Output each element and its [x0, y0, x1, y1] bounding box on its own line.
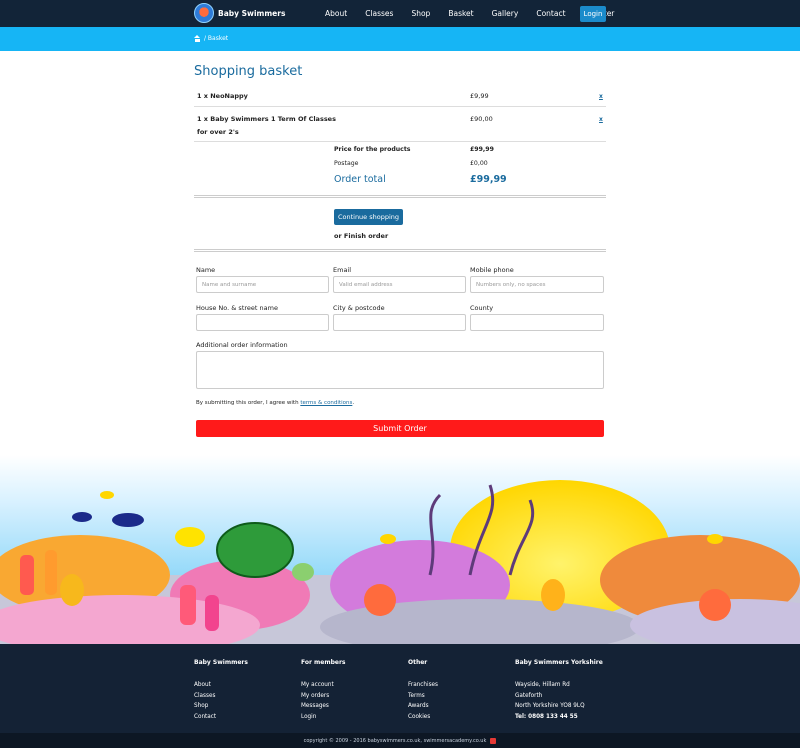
- email-field[interactable]: Valid email address: [333, 276, 466, 293]
- divider: [194, 195, 606, 198]
- page-title: Shopping basket: [194, 64, 303, 79]
- nav-classes[interactable]: Classes: [356, 9, 402, 18]
- badge-icon: [490, 737, 497, 744]
- footer: Baby Swimmers About Classes Shop Contact…: [0, 644, 800, 733]
- nav-gallery[interactable]: Gallery: [483, 9, 528, 18]
- order-summary: Price for the products £99,99 Postage £0…: [334, 146, 606, 190]
- footer-column-title: Other: [408, 659, 428, 666]
- continue-shopping-button[interactable]: Continue shopping: [334, 209, 403, 225]
- footer-column-title: For members: [301, 659, 346, 666]
- breadcrumb: / Basket: [194, 35, 228, 42]
- nav-contact[interactable]: Contact: [527, 9, 574, 18]
- basket-item-2: 1 x Baby Swimmers 1 Term Of Classes for …: [194, 107, 606, 142]
- footer-link[interactable]: Login: [301, 712, 411, 723]
- item-price: £9,99: [470, 92, 489, 100]
- footer-link[interactable]: Classes: [194, 691, 304, 702]
- postage-value: £0,00: [470, 160, 488, 167]
- copyright-text: copyright © 2009 - 2016 babyswimmers.co.…: [303, 737, 487, 744]
- header-bar: Baby Swimmers About Classes Shop Basket …: [0, 0, 800, 27]
- footer-link[interactable]: Contact: [194, 712, 304, 723]
- footer-column-title: Baby Swimmers Yorkshire: [515, 659, 603, 666]
- postage-row: Postage £0,00: [334, 160, 606, 174]
- city-field[interactable]: [333, 314, 466, 331]
- item-name: 1 x Baby Swimmers 1 Term Of Classes for …: [197, 115, 336, 136]
- brand-logo[interactable]: Baby Swimmers: [194, 3, 285, 23]
- footer-column-title: Baby Swimmers: [194, 659, 248, 666]
- remove-item-button[interactable]: x: [599, 116, 603, 123]
- footer-link[interactable]: Cookies: [408, 712, 518, 723]
- footer-link[interactable]: About: [194, 680, 304, 691]
- footer-link[interactable]: My account: [301, 680, 411, 691]
- terms-notice: By submitting this order, I agree with t…: [196, 400, 354, 406]
- footer-link[interactable]: Awards: [408, 701, 518, 712]
- crab-logo-icon: [194, 3, 214, 23]
- login-button[interactable]: Login: [580, 6, 606, 22]
- nav-shop[interactable]: Shop: [402, 9, 439, 18]
- additional-info-textarea[interactable]: [196, 351, 604, 389]
- products-label: Price for the products: [334, 146, 411, 153]
- footer-link[interactable]: My orders: [301, 691, 411, 702]
- products-value: £99,99: [470, 146, 494, 153]
- footer-column-other: Other Franchises Terms Awards Cookies: [408, 659, 518, 722]
- mobile-field[interactable]: Numbers only, no spaces: [470, 276, 604, 293]
- total-value: £99,99: [470, 174, 507, 185]
- county-label: County: [470, 304, 494, 312]
- finish-order-label: or Finish order: [334, 232, 389, 240]
- street-label: House No. & street name: [196, 304, 278, 312]
- terms-link[interactable]: terms & conditions: [300, 400, 352, 406]
- additional-info-label: Additional order information: [196, 341, 288, 349]
- item-name: 1 x NeoNappy: [197, 92, 248, 100]
- copyright-bar: copyright © 2009 - 2016 babyswimmers.co.…: [0, 733, 800, 748]
- footer-link[interactable]: Messages: [301, 701, 411, 712]
- basket-item-1: 1 x NeoNappy £9,99 x: [194, 88, 606, 107]
- products-row: Price for the products £99,99: [334, 146, 606, 160]
- footer-link[interactable]: Terms: [408, 691, 518, 702]
- breadcrumb-bar: / Basket: [0, 27, 800, 51]
- name-field[interactable]: Name and surname: [196, 276, 329, 293]
- footer-column-baby-swimmers: Baby Swimmers About Classes Shop Contact: [194, 659, 304, 722]
- phone-line: Tel: 0808 133 44 55: [515, 713, 578, 720]
- footer-column-yorkshire: Baby Swimmers Yorkshire Wayside, Hillam …: [515, 659, 655, 722]
- nav-about[interactable]: About: [316, 9, 356, 18]
- item-price: £90,00: [470, 115, 493, 123]
- street-field[interactable]: [196, 314, 329, 331]
- divider: [194, 249, 606, 252]
- breadcrumb-current: / Basket: [204, 35, 229, 42]
- footer-column-members: For members My account My orders Message…: [301, 659, 411, 722]
- city-label: City & postcode: [333, 304, 385, 312]
- total-label: Order total: [334, 174, 386, 185]
- postage-label: Postage: [334, 160, 359, 167]
- footer-link[interactable]: Shop: [194, 701, 304, 712]
- total-row: Order total £99,99: [334, 174, 606, 190]
- submit-order-button[interactable]: Submit Order: [196, 420, 604, 437]
- terms-suffix: .: [352, 400, 355, 406]
- brand-name: Baby Swimmers: [218, 8, 286, 18]
- mobile-label: Mobile phone: [470, 266, 514, 274]
- name-label: Name: [196, 266, 216, 274]
- terms-prefix: By submitting this order, I agree with: [196, 400, 299, 406]
- main-nav: About Classes Shop Basket Gallery Contac…: [316, 0, 623, 27]
- nav-basket[interactable]: Basket: [439, 9, 482, 18]
- remove-item-button[interactable]: x: [599, 93, 603, 100]
- address-line: North Yorkshire YO8 9LQ: [515, 703, 585, 709]
- reef-illustration: [0, 455, 800, 644]
- home-icon[interactable]: [194, 35, 201, 42]
- email-label: Email: [333, 266, 352, 274]
- county-field[interactable]: [470, 314, 604, 331]
- address-line: Wayside, Hillam Rd: [515, 682, 570, 688]
- address-line: Gateforth: [515, 692, 543, 699]
- reef-scene: [0, 480, 800, 644]
- footer-link[interactable]: Franchises: [408, 680, 518, 691]
